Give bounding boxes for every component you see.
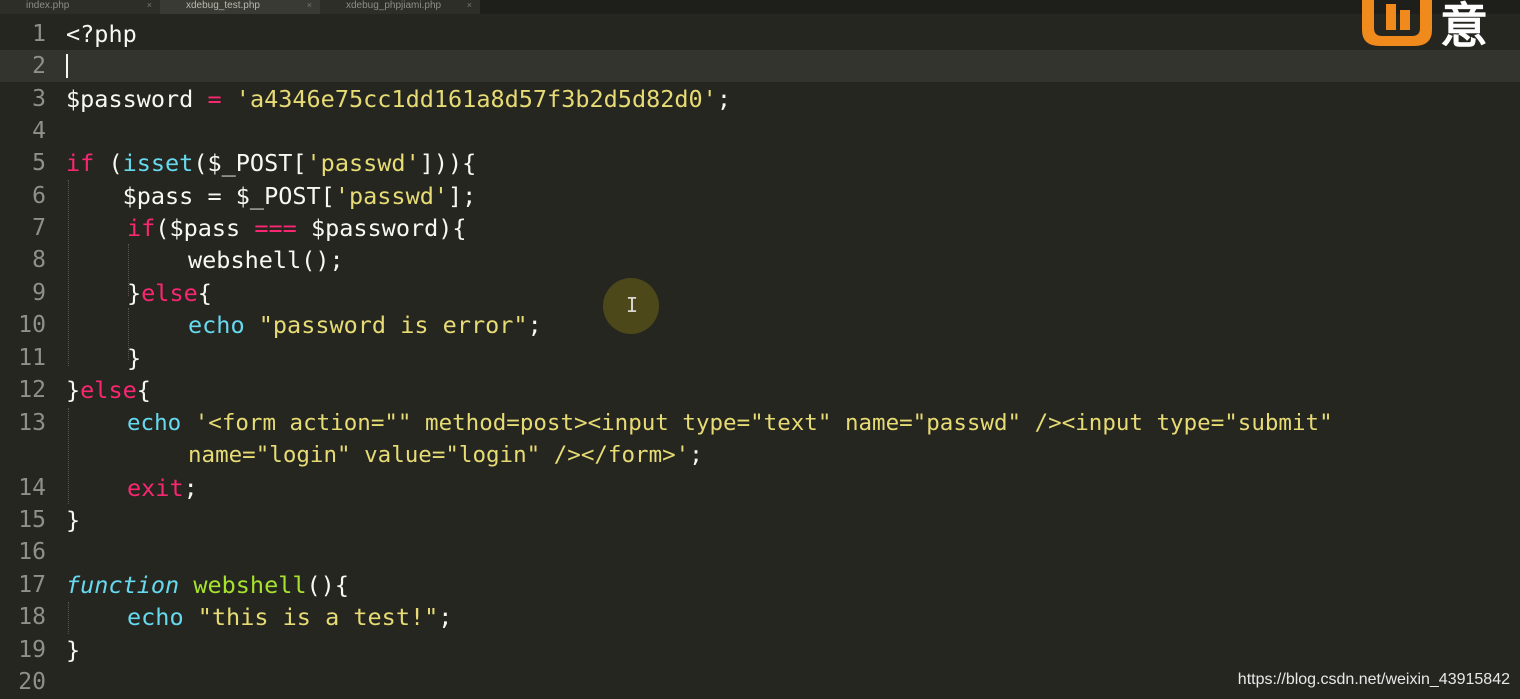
line-number: 18 bbox=[18, 604, 46, 630]
tab-xdebug-test-php[interactable]: xdebug_test.php × bbox=[160, 0, 320, 14]
code-text: } bbox=[66, 506, 81, 534]
code-line-10: 10 echo "password is error"; bbox=[0, 309, 1520, 341]
line-number: 7 bbox=[32, 215, 46, 241]
code-text: } bbox=[127, 344, 142, 372]
code-text: function webshell(){ bbox=[66, 571, 349, 599]
line-number: 5 bbox=[32, 150, 46, 176]
brand-logo: 意 bbox=[1356, 0, 1520, 54]
line-number: 14 bbox=[18, 475, 46, 501]
tab-bar: index.php × xdebug_test.php × xdebug_php… bbox=[0, 0, 1520, 14]
code-line-13: 13 echo '<form action="" method=post><in… bbox=[0, 407, 1520, 439]
code-line-15: 15 } bbox=[0, 504, 1520, 536]
line-number: 12 bbox=[18, 377, 46, 403]
code-text: if($pass === $password){ bbox=[127, 214, 467, 242]
code-line-12: 12 }else{ bbox=[0, 374, 1520, 406]
line-number: 16 bbox=[18, 539, 46, 565]
code-text: $password = 'a4346e75cc1dd161a8d57f3b2d5… bbox=[66, 85, 731, 113]
code-text: echo '<form action="" method=post><input… bbox=[127, 410, 1333, 436]
code-line-19: 19 } bbox=[0, 634, 1520, 666]
code-line-8: 8 webshell(); bbox=[0, 244, 1520, 276]
code-text: }else{ bbox=[127, 279, 212, 307]
line-number: 6 bbox=[32, 183, 46, 209]
code-line-3: 3 $password = 'a4346e75cc1dd161a8d57f3b2… bbox=[0, 83, 1520, 115]
line-number: 2 bbox=[32, 53, 46, 79]
code-line-11: 11 } bbox=[0, 342, 1520, 374]
watermark-url: https://blog.csdn.net/weixin_43915842 bbox=[1237, 671, 1510, 688]
code-text: }else{ bbox=[66, 376, 151, 404]
tab-index-php[interactable]: index.php × bbox=[0, 0, 160, 14]
code-text: webshell(); bbox=[188, 246, 344, 274]
code-text: echo "password is error"; bbox=[188, 311, 542, 339]
code-line-17: 17 function webshell(){ bbox=[0, 569, 1520, 601]
close-icon[interactable]: × bbox=[147, 0, 152, 11]
logo-text: 意 bbox=[1440, 0, 1488, 52]
tab-label: xdebug_phpjiami.php bbox=[346, 0, 442, 11]
close-icon[interactable]: × bbox=[307, 0, 312, 11]
code-line-7: 7 if($pass === $password){ bbox=[0, 212, 1520, 244]
line-number: 10 bbox=[18, 312, 46, 338]
code-line-9: 9 }else{ bbox=[0, 277, 1520, 309]
tab-xdebug-phpjiami-php[interactable]: xdebug_phpjiami.php × bbox=[320, 0, 480, 14]
code-text: } bbox=[66, 636, 81, 664]
line-number: 1 bbox=[32, 21, 46, 47]
code-text: <?php bbox=[66, 20, 137, 48]
code-text: if (isset($_POST['passwd'])){ bbox=[66, 149, 477, 177]
line-number: 15 bbox=[18, 507, 46, 533]
code-editor[interactable]: 1 <?php 2 3 $password = 'a4346e75cc1dd16… bbox=[0, 18, 1520, 699]
tab-label: index.php bbox=[26, 0, 70, 11]
line-number: 8 bbox=[32, 247, 46, 273]
code-text: $pass = $_POST['passwd']; bbox=[66, 182, 477, 210]
line-number: 9 bbox=[32, 280, 46, 306]
line-number: 20 bbox=[18, 669, 46, 695]
line-number: 4 bbox=[32, 118, 46, 144]
code-line-5: 5 if (isset($_POST['passwd'])){ bbox=[0, 147, 1520, 179]
code-line-6: 6 $pass = $_POST['passwd']; bbox=[0, 180, 1520, 212]
line-number: 3 bbox=[32, 86, 46, 112]
code-line-2: 2 bbox=[0, 50, 1520, 82]
line-number: 17 bbox=[18, 572, 46, 598]
code-text: echo "this is a test!"; bbox=[127, 603, 453, 631]
line-number: 11 bbox=[18, 345, 46, 371]
code-line-13-wrapped: name="login" value="login" /></form>'; bbox=[0, 439, 1520, 471]
code-text: exit; bbox=[127, 474, 198, 502]
ibeam-cursor-icon: I bbox=[626, 293, 639, 317]
code-text: name="login" value="login" /></form>'; bbox=[188, 442, 703, 468]
code-line-4: 4 bbox=[0, 115, 1520, 147]
tab-label: xdebug_test.php bbox=[186, 0, 260, 11]
code-line-16: 16 bbox=[0, 536, 1520, 568]
code-line-1: 1 <?php bbox=[0, 18, 1520, 50]
close-icon[interactable]: × bbox=[467, 0, 472, 11]
line-number: 13 bbox=[18, 410, 46, 436]
code-line-14: 14 exit; bbox=[0, 472, 1520, 504]
text-cursor bbox=[66, 54, 68, 78]
line-number: 19 bbox=[18, 637, 46, 663]
code-line-18: 18 echo "this is a test!"; bbox=[0, 601, 1520, 633]
